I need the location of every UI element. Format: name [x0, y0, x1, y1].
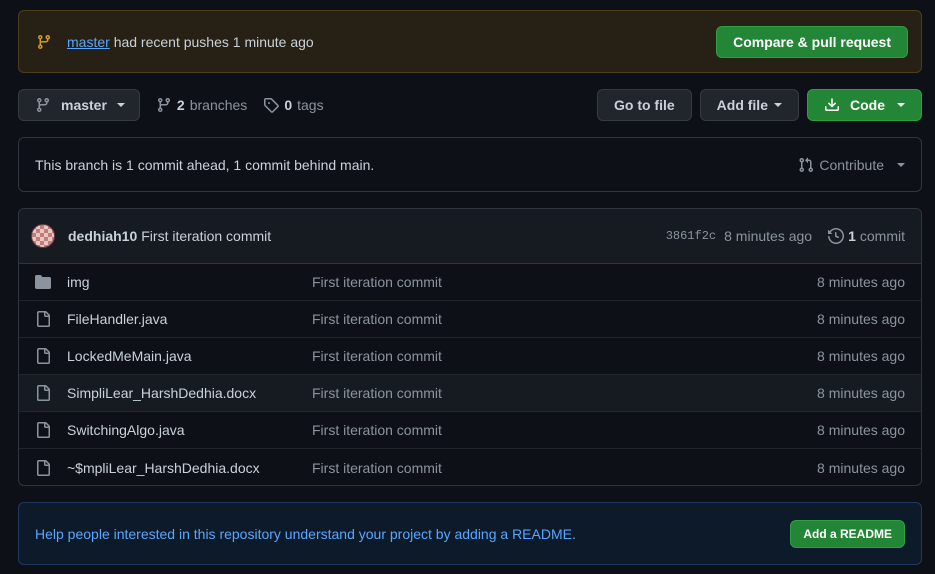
branch-select-label: master: [61, 97, 107, 113]
contribute-label: Contribute: [819, 156, 884, 173]
download-icon: [824, 97, 840, 113]
file-age: 8 minutes ago: [817, 311, 905, 327]
branch-select-button[interactable]: master: [18, 89, 140, 121]
pushed-branch-link[interactable]: master: [67, 34, 110, 50]
chevron-down-icon: [897, 103, 905, 107]
commit-sha-link[interactable]: 3861f2c: [666, 229, 716, 243]
commit-count-label: commit: [859, 228, 905, 244]
add-readme-button[interactable]: Add a README: [790, 519, 905, 548]
file-age: 8 minutes ago: [817, 422, 905, 438]
chevron-down-icon: [116, 103, 125, 107]
tags-link[interactable]: 0 tags: [263, 97, 324, 113]
folder-icon: [35, 274, 51, 290]
go-to-file-label: Go to file: [613, 97, 675, 113]
file-name-link[interactable]: SimpliLear_HarshDedhia.docx: [67, 385, 312, 401]
file-icon: [35, 422, 51, 438]
git-branch-icon: [35, 97, 51, 113]
chevron-down-icon: [774, 103, 782, 107]
readme-prompt-text: Help people interested in this repositor…: [35, 525, 576, 542]
add-readme-label: Add a README: [803, 526, 892, 541]
file-list: dedhiah10 First iteration commit 3861f2c…: [18, 208, 922, 486]
file-age: 8 minutes ago: [817, 459, 905, 476]
file-row-switchingalgo[interactable]: SwitchingAlgo.java First iteration commi…: [19, 412, 921, 449]
commit-count: 1: [848, 228, 856, 244]
git-branch-icon: [156, 97, 172, 113]
file-commit-message[interactable]: First iteration commit: [312, 311, 442, 327]
file-row-temp-docx[interactable]: ~$mpliLear_HarshDedhia.docx First iterat…: [19, 449, 921, 485]
file-row-lockedmemain[interactable]: LockedMeMain.java First iteration commit…: [19, 338, 921, 375]
go-to-file-button[interactable]: Go to file: [596, 89, 692, 121]
file-commit-message[interactable]: First iteration commit: [312, 274, 442, 290]
commit-history-link[interactable]: 1 commit: [828, 228, 905, 244]
file-icon: [35, 385, 51, 401]
history-icon: [828, 228, 845, 244]
branches-count: 2: [176, 97, 185, 113]
git-branch-icon: [36, 34, 52, 50]
file-name-link[interactable]: FileHandler.java: [67, 311, 312, 327]
file-age: 8 minutes ago: [817, 385, 905, 401]
compare-pull-request-button[interactable]: Compare & pull request: [716, 25, 908, 58]
toolbar-actions: Go to file Add file Code: [596, 89, 922, 121]
file-row-simplilear-docx[interactable]: SimpliLear_HarshDedhia.docx First iterat…: [19, 375, 921, 412]
add-readme-banner: Help people interested in this repositor…: [18, 502, 922, 565]
file-icon: [35, 348, 51, 364]
latest-commit-row: dedhiah10 First iteration commit 3861f2c…: [19, 209, 921, 264]
commit-time: 8 minutes ago: [724, 228, 813, 244]
branches-label: branches: [189, 97, 248, 113]
avatar[interactable]: [31, 224, 55, 248]
push-message: master had recent pushes 1 minute ago: [67, 34, 314, 50]
branch-comparison-box: This branch is 1 commit ahead, 1 commit …: [18, 137, 922, 192]
chevron-down-icon: [897, 162, 905, 167]
file-commit-message[interactable]: First iteration commit: [312, 348, 442, 364]
tags-count: 0: [284, 97, 293, 113]
compare-pull-request-label: Compare & pull request: [733, 33, 891, 50]
file-commit-message[interactable]: First iteration commit: [312, 385, 442, 401]
code-label: Code: [850, 97, 885, 113]
tag-icon: [263, 97, 280, 113]
contribute-dropdown[interactable]: Contribute: [798, 157, 905, 173]
recent-push-banner: master had recent pushes 1 minute ago Co…: [18, 10, 922, 73]
file-name-link[interactable]: SwitchingAlgo.java: [67, 422, 312, 438]
file-name-link[interactable]: img: [67, 274, 312, 290]
commit-meta: 3861f2c 8 minutes ago 1 commit: [666, 228, 905, 244]
add-file-button[interactable]: Add file: [699, 89, 799, 121]
file-commit-message[interactable]: First iteration commit: [312, 460, 442, 476]
add-file-label: Add file: [716, 97, 768, 113]
file-row-img[interactable]: img First iteration commit 8 minutes ago: [19, 264, 921, 301]
file-icon: [35, 459, 51, 476]
commit-author-link[interactable]: dedhiah10: [68, 228, 137, 244]
file-name-link[interactable]: LockedMeMain.java: [67, 348, 312, 364]
commit-message-link[interactable]: First iteration commit: [141, 228, 271, 244]
file-age: 8 minutes ago: [817, 274, 905, 290]
file-icon: [35, 311, 51, 327]
git-pull-request-icon: [798, 157, 814, 173]
ahead-behind-text: This branch is 1 commit ahead, 1 commit …: [35, 156, 375, 173]
file-age: 8 minutes ago: [817, 348, 905, 364]
tags-label: tags: [297, 97, 324, 113]
repository-file-view: master had recent pushes 1 minute ago Co…: [0, 0, 935, 574]
branches-link[interactable]: 2 branches: [156, 97, 247, 113]
file-name-link[interactable]: ~$mpliLear_HarshDedhia.docx: [67, 460, 312, 476]
repo-toolbar: master 2 branches 0 tags Go to file Add …: [18, 89, 922, 121]
push-message-text: had recent pushes 1 minute ago: [113, 33, 314, 50]
file-row-filehandler[interactable]: FileHandler.java First iteration commit …: [19, 301, 921, 338]
code-button[interactable]: Code: [807, 89, 922, 121]
file-commit-message[interactable]: First iteration commit: [312, 422, 442, 438]
